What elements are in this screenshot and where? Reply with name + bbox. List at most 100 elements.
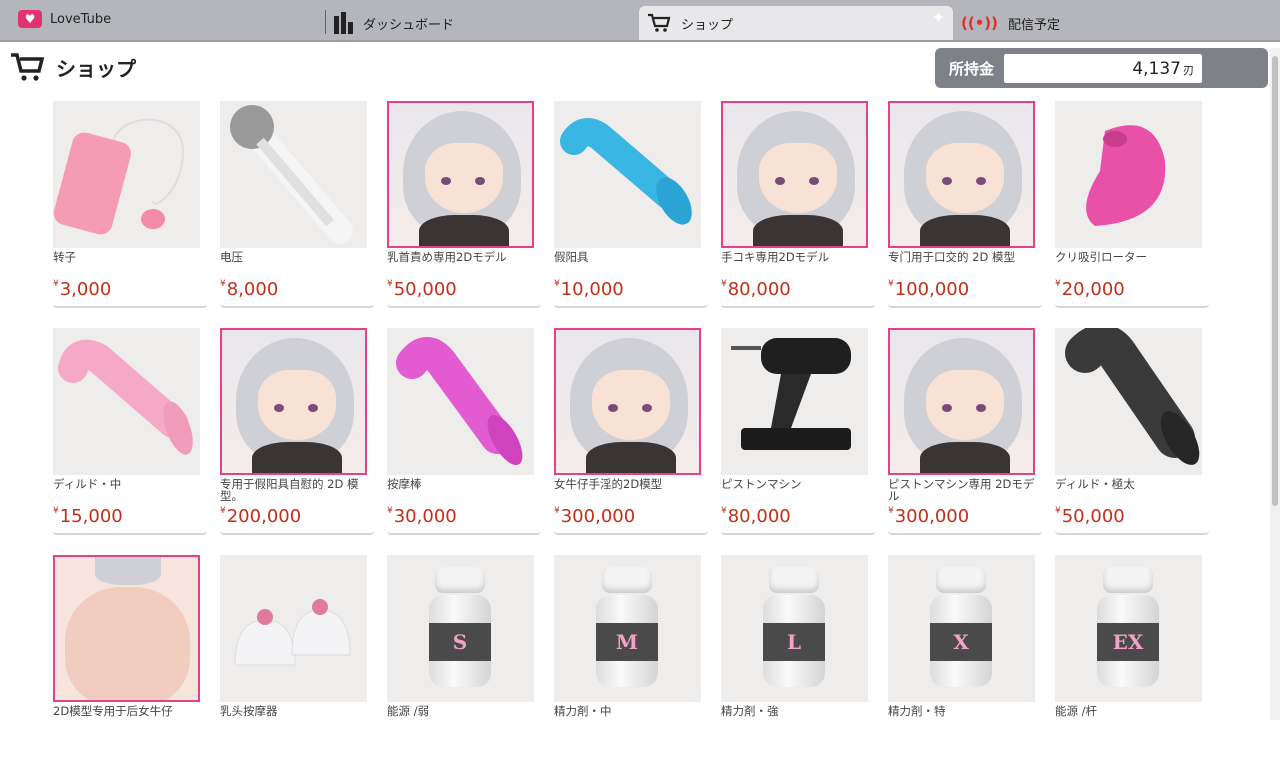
product-price: ¥8,000: [220, 279, 279, 300]
currency-symbol: ¥: [53, 506, 59, 516]
currency-symbol: ¥: [554, 506, 560, 516]
product-price: ¥80,000: [721, 279, 791, 300]
currency-symbol: ¥: [387, 506, 393, 516]
product-price: ¥3,000: [53, 279, 112, 300]
product-image[interactable]: X: [888, 555, 1035, 702]
product-card[interactable]: 电压 ¥8,000: [220, 101, 374, 308]
broadcast-icon: ((•)): [961, 14, 999, 32]
product-card[interactable]: S 能源 /弱: [387, 555, 541, 762]
product-image[interactable]: L: [721, 555, 868, 702]
product-name: ピストンマシン: [721, 477, 802, 491]
product-card[interactable]: ピストンマシン ¥80,000: [721, 328, 875, 535]
vial-label: L: [763, 623, 825, 661]
wallet-box: 4,137 刃: [1004, 54, 1202, 83]
product-price: ¥80,000: [721, 506, 791, 527]
product-image[interactable]: [888, 101, 1035, 248]
product-image[interactable]: [387, 328, 534, 475]
product-card[interactable]: 乳首責め専用2Dモデル ¥50,000: [387, 101, 541, 308]
product-grid: 转子 ¥3,000 电压 ¥8,000 乳首責め専用2Dモデル ¥50,000 假阳具 ¥10…: [53, 101, 1213, 762]
product-card[interactable]: 转子 ¥3,000: [53, 101, 207, 308]
card-underline: [220, 531, 374, 535]
scrollbar[interactable]: [1270, 48, 1280, 720]
product-card[interactable]: L 精力剤・強: [721, 555, 875, 762]
product-price: ¥10,000: [554, 279, 624, 300]
wallet-unit: 刃: [1183, 64, 1194, 77]
product-card[interactable]: 乳头按摩器: [220, 555, 374, 762]
product-image[interactable]: [387, 101, 534, 248]
vial-label: M: [596, 623, 658, 661]
product-card[interactable]: ピストンマシン専用 2Dモデル ¥300,000: [888, 328, 1042, 535]
tab-shop-label: ショップ: [681, 17, 734, 33]
product-image[interactable]: [53, 328, 200, 475]
tab-live[interactable]: ((•)) 配信予定: [961, 6, 1060, 40]
product-name: 按摩棒: [387, 477, 422, 491]
wallet-label: 所持金: [949, 60, 995, 78]
scrollbar-thumb[interactable]: [1272, 56, 1278, 506]
product-card[interactable]: 2D模型专用于后女牛仔: [53, 555, 207, 762]
product-card[interactable]: 假阳具 ¥10,000: [554, 101, 708, 308]
top-nav: ♥ LoveTube ダッシュボード ショップ ✦ ((•)) 配信予定: [0, 0, 1280, 42]
product-card[interactable]: X 精力剤・特: [888, 555, 1042, 762]
product-name: 精力剤・中: [554, 704, 612, 718]
currency-symbol: ¥: [888, 506, 894, 516]
product-card[interactable]: 专门用于口交的 2D 模型 ¥100,000: [888, 101, 1042, 308]
heart-icon: ♥: [18, 10, 42, 28]
product-name: 假阳具: [554, 250, 589, 264]
product-price: ¥30,000: [387, 506, 457, 527]
product-name: 乳头按摩器: [220, 704, 278, 718]
product-image[interactable]: [1055, 328, 1202, 475]
wallet: 所持金 4,137 刃: [935, 48, 1268, 88]
vial-label: S: [429, 623, 491, 661]
product-image[interactable]: [220, 101, 367, 248]
page-title-text: ショップ: [56, 56, 136, 81]
product-image[interactable]: [1055, 101, 1202, 248]
product-name: 能源 /弱: [387, 704, 430, 718]
product-card[interactable]: クリ吸引ローター ¥20,000: [1055, 101, 1209, 308]
product-price: ¥300,000: [888, 506, 970, 527]
currency-symbol: ¥: [554, 279, 560, 289]
tab-shop[interactable]: ショップ ✦: [639, 6, 953, 40]
cart-icon: [11, 53, 45, 81]
product-image[interactable]: [554, 328, 701, 475]
product-price: ¥200,000: [220, 506, 302, 527]
currency-symbol: ¥: [721, 506, 727, 516]
brand-name: LoveTube: [50, 11, 112, 27]
product-card[interactable]: EX 能源 /杆: [1055, 555, 1209, 762]
currency-symbol: ¥: [220, 279, 226, 289]
product-name: 电压: [220, 250, 243, 264]
tab-dashboard[interactable]: ダッシュボード: [334, 6, 454, 40]
product-card[interactable]: 专用于假阳具自慰的 2D 模型。 ¥200,000: [220, 328, 374, 535]
card-underline: [888, 304, 1042, 308]
product-card[interactable]: ディルド・極太 ¥50,000: [1055, 328, 1209, 535]
product-price: ¥300,000: [554, 506, 636, 527]
product-card[interactable]: ディルド・中 ¥15,000: [53, 328, 207, 535]
product-image[interactable]: M: [554, 555, 701, 702]
product-name: 精力剤・特: [888, 704, 946, 718]
card-underline: [387, 531, 541, 535]
product-name: 能源 /杆: [1055, 704, 1098, 718]
product-image[interactable]: [888, 328, 1035, 475]
vial-label: EX: [1097, 623, 1159, 661]
product-name: 2D模型专用于后女牛仔: [53, 704, 173, 718]
card-underline: [53, 304, 207, 308]
product-image[interactable]: [220, 328, 367, 475]
card-underline: [721, 531, 875, 535]
product-image[interactable]: [554, 101, 701, 248]
product-image[interactable]: [721, 101, 868, 248]
product-card[interactable]: M 精力剤・中: [554, 555, 708, 762]
card-underline: [554, 304, 708, 308]
brand[interactable]: ♥ LoveTube: [18, 10, 111, 28]
page-title: ショップ: [10, 52, 136, 82]
product-image[interactable]: EX: [1055, 555, 1202, 702]
product-image[interactable]: [220, 555, 367, 702]
product-card[interactable]: 女牛仔手淫的2D模型 ¥300,000: [554, 328, 708, 535]
product-image[interactable]: [721, 328, 868, 475]
product-image[interactable]: [53, 555, 200, 702]
product-card[interactable]: 手コキ専用2Dモデル ¥80,000: [721, 101, 875, 308]
product-image[interactable]: [53, 101, 200, 248]
nav-divider: [325, 10, 326, 34]
card-underline: [1055, 531, 1209, 535]
card-underline: [721, 304, 875, 308]
product-image[interactable]: S: [387, 555, 534, 702]
product-card[interactable]: 按摩棒 ¥30,000: [387, 328, 541, 535]
